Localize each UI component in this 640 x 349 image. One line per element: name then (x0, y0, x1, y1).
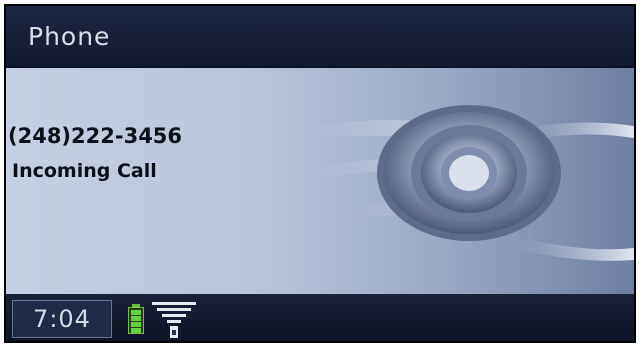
caller-number: (248)222-3456 (8, 124, 183, 148)
phone-screen: Phone (248)222-3456 Incoming Call 7:04 (4, 4, 636, 343)
header-bar: Phone (6, 6, 634, 66)
status-bar: 7:04 (6, 294, 634, 341)
call-status: Incoming Call (12, 160, 157, 182)
clock: 7:04 (12, 300, 112, 338)
page-title: Phone (28, 22, 111, 51)
signal-icon (152, 302, 196, 338)
winged-emblem-logo (304, 105, 634, 261)
battery-icon (128, 304, 144, 334)
call-panel: (248)222-3456 Incoming Call (6, 68, 634, 294)
